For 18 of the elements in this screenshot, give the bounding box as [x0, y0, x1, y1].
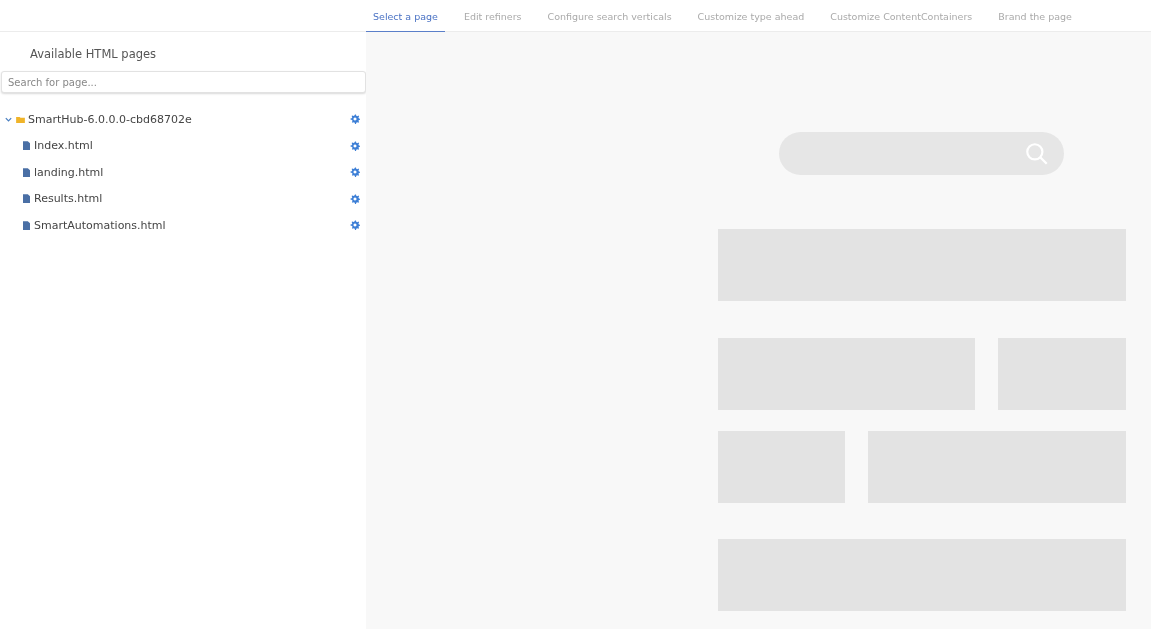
tree-item[interactable]: SmartHub-6.0.0.0-cbd68702e [28, 112, 350, 126]
settings-icon[interactable] [350, 167, 360, 178]
tree-item[interactable]: Index.html [34, 139, 350, 153]
settings-icon[interactable] [350, 114, 360, 125]
folder-icon [16, 115, 25, 123]
tree-item[interactable]: SmartAutomations.html [34, 218, 350, 232]
file-icon [23, 220, 30, 230]
settings-icon[interactable] [350, 193, 360, 204]
tree-item[interactable]: Results.html [34, 192, 350, 206]
panel-title: Available HTML pages [29, 46, 158, 63]
search-field[interactable]: Search for page... [1, 71, 366, 93]
file-icon [23, 141, 30, 151]
search-icon [1024, 140, 1050, 167]
file-icon [23, 167, 30, 177]
settings-icon[interactable] [350, 140, 360, 151]
file-icon [23, 194, 30, 204]
settings-icon[interactable] [350, 220, 360, 231]
tree-item[interactable]: landing.html [34, 165, 350, 179]
